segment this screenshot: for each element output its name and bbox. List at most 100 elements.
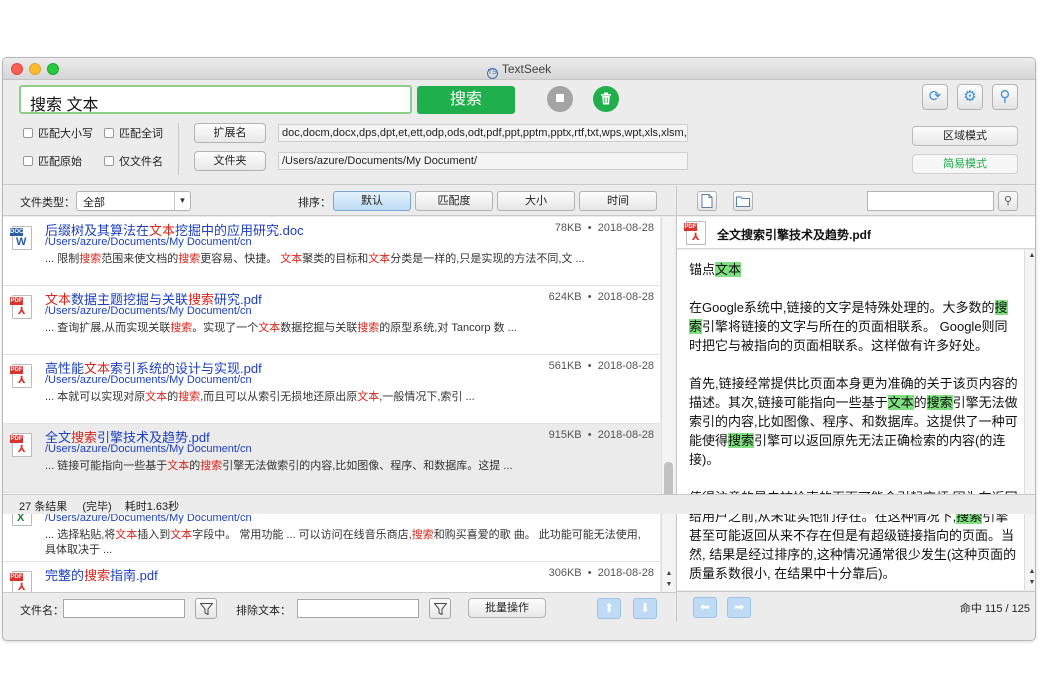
folder-icon	[736, 196, 750, 207]
batch-operation-button[interactable]: 批量操作	[468, 598, 546, 618]
doc-file-icon: DOC W	[10, 226, 32, 250]
preview-search-button[interactable]: ⚲	[998, 191, 1018, 211]
settings-button[interactable]: ⚙	[957, 84, 983, 110]
scroll-arrows-icon[interactable]: ▲ ▼	[662, 568, 676, 592]
preview-paragraph: 在Google系统中,链接的文字是特殊处理的。大多数的搜索引擎将链接的文字与所在…	[689, 300, 1008, 353]
region-mode-button[interactable]: 区域模式	[912, 126, 1018, 146]
result-file-path[interactable]: /Users/azure/Documents/My Document/cn	[45, 443, 252, 455]
sort-label: 排序：	[298, 197, 331, 209]
result-meta: 915KB • 2018-08-28	[548, 429, 654, 441]
result-snippet: ... 本就可以实现对原文本的搜索,而且可以从索引无损地还原出原文本,一般情况下…	[45, 391, 475, 403]
filename-filter-button[interactable]	[195, 598, 217, 619]
chevron-down-icon: ▼	[174, 192, 190, 210]
scroll-down-icon[interactable]: ▲ ▼	[1025, 566, 1035, 590]
result-snippet: ... 链接可能指向一些基于文本的搜索引擎无法做索引的内容,比如图像、程序、和数…	[45, 460, 513, 472]
extensions-field[interactable]: doc,docm,docx,dps,dpt,et,ett,odp,ods,odt…	[278, 124, 688, 142]
refresh-icon: ⟳	[928, 88, 942, 105]
previous-result-button[interactable]: ⬆	[597, 598, 621, 619]
search-state: (完毕)	[82, 501, 112, 513]
exclude-text-label: 排除文本：	[236, 605, 291, 617]
document-icon	[701, 194, 713, 208]
folder-button[interactable]: 文件夹	[194, 151, 266, 171]
search-button[interactable]: 搜索	[417, 86, 515, 114]
sort-relevance-button[interactable]: 匹配度	[415, 191, 493, 211]
magnifier-icon: ⚲	[999, 88, 1011, 105]
file-type-select[interactable]: 全部 ▼	[76, 191, 191, 211]
refresh-button[interactable]: ⟳	[922, 84, 948, 110]
results-pane: 文件类型： 全部 ▼ 排序： 默认 匹配度 大小 时间 DOC W 后缀树及其算法在文…	[3, 186, 676, 640]
match-whole-checkbox[interactable]: 匹配全词	[104, 125, 163, 141]
result-file-path[interactable]: /Users/azure/Documents/My Document/cn	[45, 236, 252, 248]
result-row[interactable]: PDF ⅄ 全文搜索引擎技术及趋势.pdf 915KB • 2018-08-28/Us…	[3, 424, 660, 493]
result-row[interactable]: PDF ⅄ 完整的搜索指南.pdf 306KB • 2018-08-28	[3, 562, 660, 592]
simple-mode-button[interactable]: 简易模式	[912, 154, 1018, 174]
separator	[178, 123, 179, 175]
pdf-file-icon: PDF ⅄	[10, 433, 32, 457]
stop-icon	[556, 94, 564, 102]
bottom-filter-bar: 文件名： 排除文本： 批量操作 ⬆ ⬇	[3, 592, 676, 622]
preview-header: PDF ⅄ 全文搜索引擎技术及趋势.pdf	[677, 217, 1035, 249]
result-snippet: ... 查询扩展,从而实现关联搜索。实现了一个文本数据挖掘与关联搜索的原型系统,…	[45, 322, 517, 334]
clear-button[interactable]	[593, 86, 619, 112]
result-row[interactable]: PDF ⅄ 文本数据主题挖掘与关联搜索研究.pdf 624KB • 2018-08-2…	[3, 286, 660, 355]
result-file-path[interactable]: /Users/azure/Documents/My Document/cn	[45, 305, 252, 317]
window-title: TS TextSeek	[3, 62, 1035, 79]
open-folder-button[interactable]	[733, 191, 753, 211]
scroll-up-icon[interactable]: ▲	[1025, 250, 1035, 262]
match-case-checkbox[interactable]: 匹配大小写	[23, 125, 93, 141]
exclude-text-input[interactable]	[297, 599, 419, 618]
stop-button[interactable]	[547, 86, 573, 112]
pdf-file-icon: PDF ⅄	[684, 221, 706, 245]
pdf-file-icon: PDF ⅄	[10, 364, 32, 388]
preview-title: 全文搜索引擎技术及趋势.pdf	[717, 228, 871, 242]
results-list: DOC W 后缀树及其算法在文本挖掘中的应用研究.doc 78KB • 2018-08…	[3, 217, 660, 592]
result-meta: 561KB • 2018-08-28	[548, 360, 654, 372]
result-meta: 78KB • 2018-08-28	[554, 222, 654, 234]
arrow-down-icon: ⬇	[639, 601, 651, 615]
result-row[interactable]: DOC W 后缀树及其算法在文本挖掘中的应用研究.doc 78KB • 2018-08…	[3, 217, 660, 286]
exclude-filter-button[interactable]	[429, 598, 451, 619]
folder-field[interactable]: /Users/azure/Documents/My Document/	[278, 152, 688, 170]
result-meta: 306KB • 2018-08-28	[548, 567, 654, 579]
status-bar: 27 条结果 (完毕) 耗时1.63秒	[3, 494, 1035, 514]
filename-only-checkbox[interactable]: 仅文件名	[104, 153, 163, 169]
preview-scrollbar[interactable]: ▲ ▲ ▼	[1024, 250, 1035, 590]
file-type-label: 文件类型：	[20, 197, 75, 209]
result-file-path[interactable]: /Users/azure/Documents/My Document/cn	[45, 374, 252, 386]
title-bar: TS TextSeek	[3, 58, 1035, 80]
result-snippet: ... 限制搜索范围来使文档的搜索更容易、快捷。 文本聚类的目标和文本分类是一样…	[45, 253, 585, 265]
sort-size-button[interactable]: 大小	[497, 191, 575, 211]
arrow-right-icon: ➡	[733, 600, 745, 614]
previous-hit-button[interactable]: ⬅	[693, 597, 717, 618]
result-file-name[interactable]: 完整的搜索指南.pdf	[45, 565, 158, 584]
filename-filter-input[interactable]	[63, 599, 185, 618]
trash-icon	[601, 92, 611, 105]
next-result-button[interactable]: ⬇	[633, 598, 657, 619]
extensions-button[interactable]: 扩展名	[194, 123, 266, 143]
result-meta: 624KB • 2018-08-28	[548, 291, 654, 303]
preview-pane: ⚲ PDF ⅄ 全文搜索引擎技术及趋势.pdf 锚点文本在Google系统中,链接…	[676, 186, 1035, 622]
search-input[interactable]: 搜索 文本	[19, 85, 412, 114]
match-original-checkbox[interactable]: 匹配原始	[23, 153, 82, 169]
arrow-left-icon: ⬅	[699, 600, 711, 614]
app-logo-icon: TS	[486, 68, 498, 79]
preview-paragraph: 首先,链接经常提供比页面本身更为准确的关于该页内容的描述。其次,链接可能指向一些…	[689, 376, 1018, 467]
open-file-button[interactable]	[697, 191, 717, 211]
sort-default-button[interactable]: 默认	[333, 191, 411, 211]
preview-toolbar: ⚲	[677, 186, 1035, 216]
next-hit-button[interactable]: ➡	[727, 597, 751, 618]
preview-paragraph: 锚点文本	[689, 262, 742, 277]
funnel-icon	[200, 603, 213, 615]
result-row[interactable]: PDF ⅄ 高性能文本索引系统的设计与实现.pdf 561KB • 2018-08-2…	[3, 355, 660, 424]
elapsed-time: 耗时1.63秒	[124, 501, 180, 513]
app-window: TS TextSeek 搜索 文本 搜索 匹配大小写 匹配全词 匹配原始 仅文件名…	[2, 57, 1036, 641]
preview-search-input[interactable]	[867, 191, 994, 211]
sort-time-button[interactable]: 时间	[579, 191, 657, 211]
zoom-button[interactable]: ⚲	[992, 84, 1018, 110]
results-scrollbar[interactable]: ▲ ▼	[661, 217, 675, 592]
filename-filter-label: 文件名：	[20, 605, 64, 617]
search-icon: ⚲	[1003, 195, 1013, 207]
filter-bar: 文件类型： 全部 ▼ 排序： 默认 匹配度 大小 时间	[3, 186, 676, 216]
hit-counter: 命中 115 / 125	[959, 603, 1030, 615]
result-count: 27 条结果	[19, 501, 68, 513]
